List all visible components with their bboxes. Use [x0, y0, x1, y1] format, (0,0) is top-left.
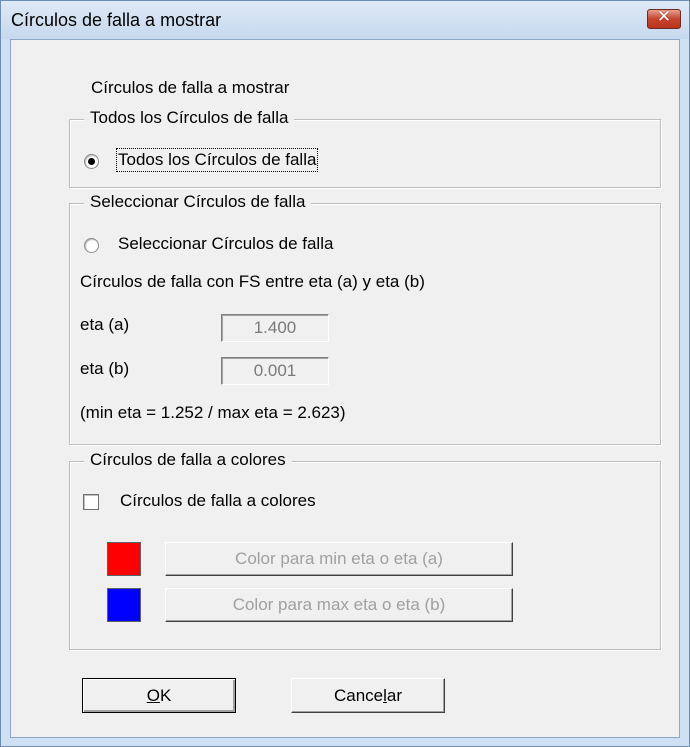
- min-color-swatch: [107, 542, 141, 576]
- ok-button[interactable]: OK: [82, 678, 236, 713]
- colored-circles-checkbox-label[interactable]: Círculos de falla a colores: [120, 491, 316, 511]
- header-label: Círculos de falla a mostrar: [91, 78, 290, 97]
- cancel-button[interactable]: Cancelar: [291, 678, 445, 713]
- group-select-circles: Seleccionar Círculos de falla Selecciona…: [69, 192, 661, 445]
- dialog-client-area: Círculos de falla a mostrar Todos los Cí…: [10, 39, 680, 738]
- ok-label-suffix: K: [159, 686, 172, 705]
- group-all-legend: Todos los Círculos de falla: [84, 108, 295, 128]
- group-select-legend: Seleccionar Círculos de falla: [84, 192, 312, 212]
- max-color-swatch: [107, 588, 141, 622]
- ok-mnemonic: O: [146, 686, 160, 705]
- cancel-label-prefix: Cance: [333, 686, 384, 705]
- radio-all-circles-label[interactable]: Todos los Círculos de falla: [115, 148, 319, 172]
- title-bar[interactable]: Círculos de falla a mostrar ✕: [1, 1, 689, 39]
- radio-selected-dot: [88, 158, 95, 165]
- radio-all-circles[interactable]: [84, 154, 99, 169]
- radio-select-circles-label[interactable]: Seleccionar Círculos de falla: [118, 234, 333, 254]
- min-max-eta-info: (min eta = 1.252 / max eta = 2.623): [80, 403, 346, 422]
- eta-a-label: eta (a): [80, 315, 130, 334]
- group-colored-circles: Círculos de falla a colores Círculos de …: [69, 450, 661, 650]
- max-color-button[interactable]: Color para max eta o eta (b): [165, 588, 513, 622]
- min-color-button[interactable]: Color para min eta o eta (a): [165, 542, 513, 576]
- colored-circles-checkbox[interactable]: [83, 494, 99, 510]
- close-icon: ✕: [656, 7, 672, 27]
- dialog-window: Círculos de falla a mostrar ✕ Círculos d…: [0, 0, 690, 747]
- cancel-label-suffix: ar: [386, 686, 403, 705]
- eta-a-input[interactable]: 1.400: [221, 314, 329, 342]
- group-colors-legend: Círculos de falla a colores: [84, 450, 292, 470]
- fs-range-description: Círculos de falla con FS entre eta (a) y…: [80, 272, 425, 291]
- group-all-circles: Todos los Círculos de falla Todos los Cí…: [69, 108, 661, 188]
- radio-select-circles[interactable]: [84, 238, 99, 253]
- eta-b-input[interactable]: 0.001: [221, 357, 329, 385]
- close-button[interactable]: ✕: [647, 7, 681, 29]
- window-title: Círculos de falla a mostrar: [11, 10, 222, 30]
- eta-b-label: eta (b): [80, 359, 130, 378]
